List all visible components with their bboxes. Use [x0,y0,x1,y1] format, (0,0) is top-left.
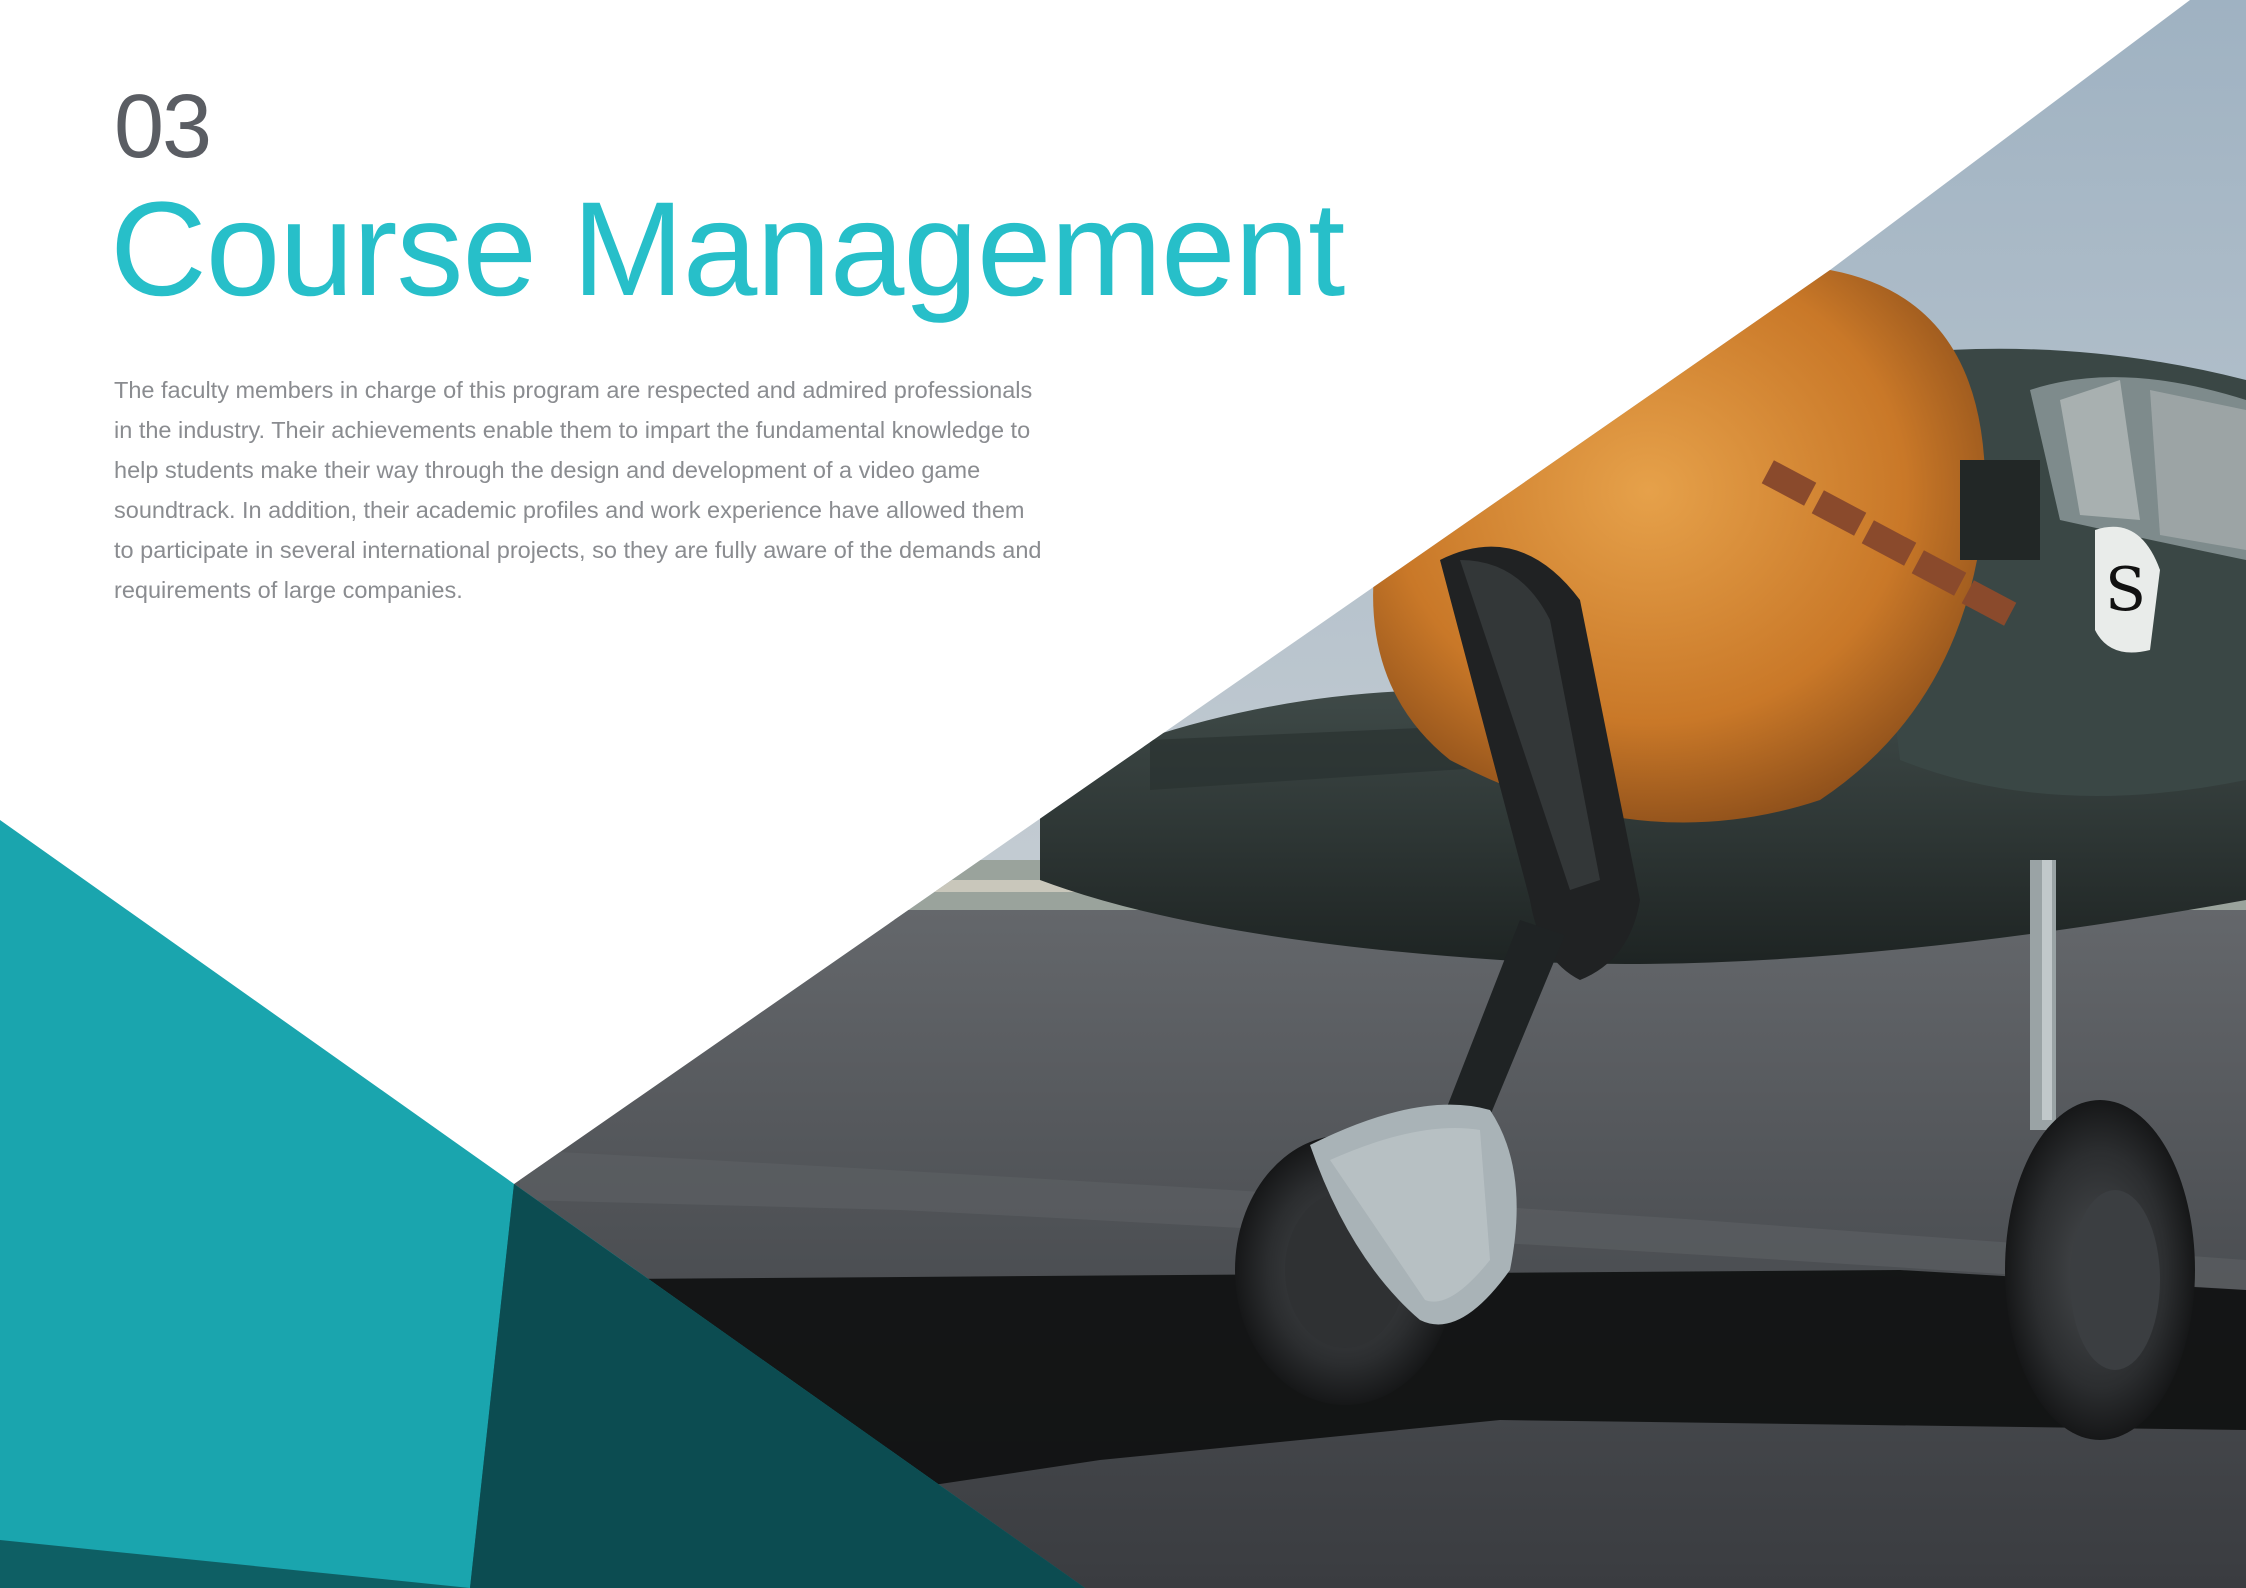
intro-paragraph: The faculty members in charge of this pr… [114,377,1042,603]
section-number: 03 [114,77,212,177]
brochure-page: S 03 Course Management The faculty membe… [0,0,2246,1588]
svg-text:S: S [2105,555,2146,625]
page-title: Course Management [110,175,1345,324]
